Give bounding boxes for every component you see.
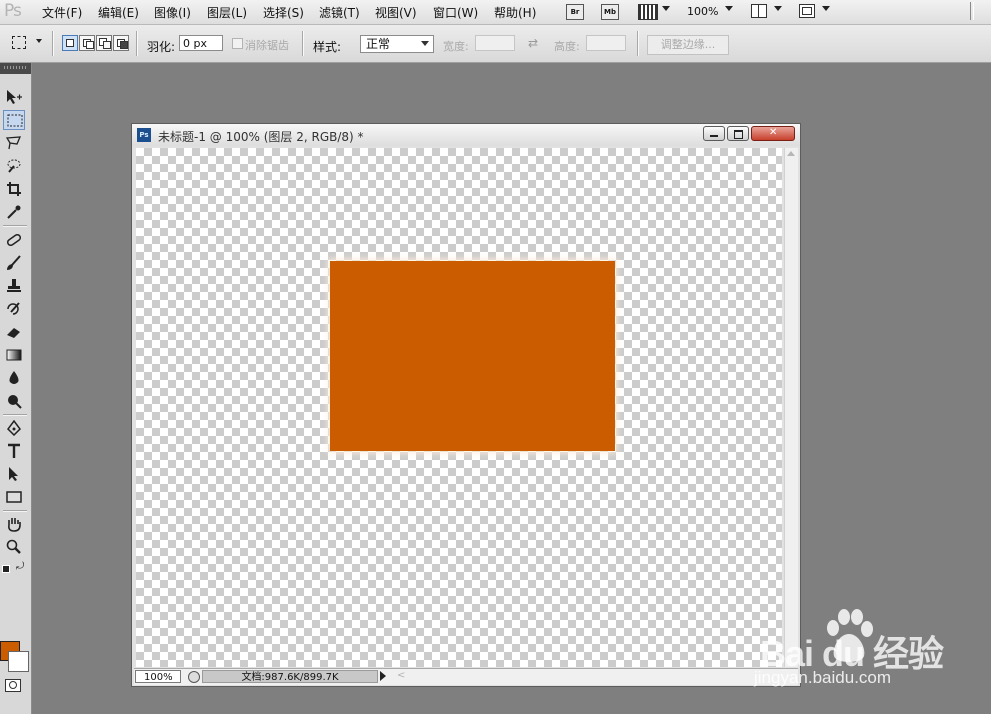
chevron-down-icon[interactable]	[662, 6, 670, 11]
bridge-button[interactable]: Br	[566, 4, 584, 20]
menu-bar: Ps 文件(F) 编辑(E) 图像(I) 图层(L) 选择(S) 滤镜(T) 视…	[0, 0, 991, 25]
menu-edit[interactable]: 编辑(E)	[98, 4, 139, 21]
hand-tool-icon[interactable]	[3, 514, 25, 534]
style-select[interactable]: 正常	[360, 35, 434, 53]
background-color-swatch[interactable]	[8, 651, 29, 672]
rectangle-tool-icon[interactable]	[3, 487, 25, 507]
scroll-up-icon[interactable]	[787, 151, 795, 156]
menu-file[interactable]: 文件(F)	[42, 4, 82, 21]
photoshop-document-icon: Ps	[137, 128, 151, 142]
style-label: 样式:	[313, 40, 342, 54]
toolbox: ⤾	[0, 63, 32, 714]
antialias-label: 消除锯齿	[245, 39, 289, 52]
canvas[interactable]	[136, 148, 782, 667]
style-select-value: 正常	[366, 37, 391, 51]
separator	[3, 510, 27, 512]
menu-view[interactable]: 视图(V)	[375, 4, 417, 21]
dodge-tool-icon[interactable]	[3, 391, 25, 411]
menu-window[interactable]: 窗口(W)	[433, 4, 478, 21]
menu-select[interactable]: 选择(S)	[263, 4, 304, 21]
orange-rectangle-shape[interactable]	[330, 261, 615, 451]
quick-selection-tool-icon[interactable]	[3, 156, 25, 176]
document-window: Ps 未标题-1 @ 100% (图层 2, RGB/8) * 100% 文档:…	[131, 123, 801, 687]
swap-icon[interactable]: ⇄	[528, 36, 538, 50]
add-selection-icon[interactable]	[79, 35, 95, 51]
separator	[302, 31, 304, 56]
lasso-tool-icon[interactable]	[3, 133, 25, 153]
arrange-documents-icon[interactable]	[751, 4, 767, 18]
feather-label: 羽化:	[147, 40, 176, 54]
separator	[3, 225, 27, 227]
clone-stamp-tool-icon[interactable]	[3, 276, 25, 296]
close-button[interactable]	[751, 126, 795, 141]
document-size-info: 文档:987.6K/899.7K	[202, 670, 378, 683]
separator	[52, 31, 54, 56]
blur-tool-icon[interactable]	[3, 368, 25, 388]
brush-tool-icon[interactable]	[3, 253, 25, 273]
eraser-tool-icon[interactable]	[3, 322, 25, 342]
separator	[136, 31, 138, 56]
history-brush-tool-icon[interactable]	[3, 299, 25, 319]
antialias-checkbox[interactable]	[232, 38, 243, 49]
status-menu-arrow-icon[interactable]	[380, 671, 386, 681]
minimize-button[interactable]	[703, 126, 725, 141]
options-bar: 羽化: 0 px 消除锯齿 样式: 正常 宽度: ⇄ 高度: 调整边缘...	[0, 25, 991, 63]
healing-brush-tool-icon[interactable]	[3, 230, 25, 250]
separator	[637, 31, 639, 56]
refine-edge-button[interactable]: 调整边缘...	[647, 35, 729, 55]
document-title: 未标题-1 @ 100% (图层 2, RGB/8) *	[158, 130, 364, 144]
menu-layer[interactable]: 图层(L)	[207, 4, 247, 21]
menu-filter[interactable]: 滤镜(T)	[319, 4, 360, 21]
feather-input[interactable]: 0 px	[179, 35, 223, 51]
chevron-down-icon[interactable]	[725, 6, 733, 11]
chevron-down-icon[interactable]	[36, 39, 42, 43]
quick-mask-icon[interactable]	[5, 679, 21, 692]
width-label: 宽度:	[443, 40, 469, 53]
screen-mode-icon[interactable]	[799, 4, 815, 18]
zoom-level[interactable]: 100%	[687, 5, 718, 18]
marquee-preset-icon[interactable]	[12, 36, 26, 49]
toolbox-header[interactable]	[0, 63, 31, 74]
new-selection-icon[interactable]	[62, 35, 78, 51]
eyedropper-tool-icon[interactable]	[3, 202, 25, 222]
swap-colors-icon[interactable]: ⤾	[16, 561, 24, 572]
menu-help[interactable]: 帮助(H)	[494, 4, 536, 21]
watermark-url: jingyan.baidu.com	[754, 668, 892, 687]
extras-icon[interactable]	[638, 4, 658, 20]
chevron-down-icon[interactable]	[822, 6, 830, 11]
pen-tool-icon[interactable]	[3, 418, 25, 438]
separator	[970, 2, 974, 20]
path-selection-tool-icon[interactable]	[3, 464, 25, 484]
width-input[interactable]	[475, 35, 515, 51]
status-zoom-field[interactable]: 100%	[135, 670, 181, 683]
height-input[interactable]	[586, 35, 626, 51]
restore-button[interactable]	[727, 126, 749, 141]
separator	[3, 414, 27, 416]
horizontal-scrollbar[interactable]	[410, 671, 790, 682]
minibridge-button[interactable]: Mb	[601, 4, 619, 20]
default-colors-icon[interactable]	[2, 565, 10, 573]
status-bar: 100% 文档:987.6K/899.7K <	[134, 668, 798, 685]
app-logo: Ps	[4, 1, 22, 21]
rectangular-marquee-tool-icon[interactable]	[3, 110, 25, 130]
baidu-jingyan-watermark: Bai du 经验 jingyan.baidu.com	[752, 606, 952, 706]
status-options-icon[interactable]	[188, 671, 200, 683]
intersect-selection-icon[interactable]	[113, 35, 129, 51]
chevron-down-icon	[421, 41, 429, 46]
gradient-tool-icon[interactable]	[3, 345, 25, 365]
scroll-left-icon[interactable]: <	[397, 670, 405, 681]
type-tool-icon[interactable]	[3, 441, 25, 461]
move-tool-icon[interactable]	[3, 87, 25, 107]
chevron-down-icon[interactable]	[774, 6, 782, 11]
crop-tool-icon[interactable]	[3, 179, 25, 199]
zoom-tool-icon[interactable]	[3, 537, 25, 557]
document-titlebar[interactable]: Ps 未标题-1 @ 100% (图层 2, RGB/8) *	[132, 124, 800, 146]
subtract-selection-icon[interactable]	[96, 35, 112, 51]
vertical-scrollbar[interactable]	[784, 148, 798, 667]
height-label: 高度:	[554, 40, 580, 53]
menu-image[interactable]: 图像(I)	[154, 4, 191, 21]
